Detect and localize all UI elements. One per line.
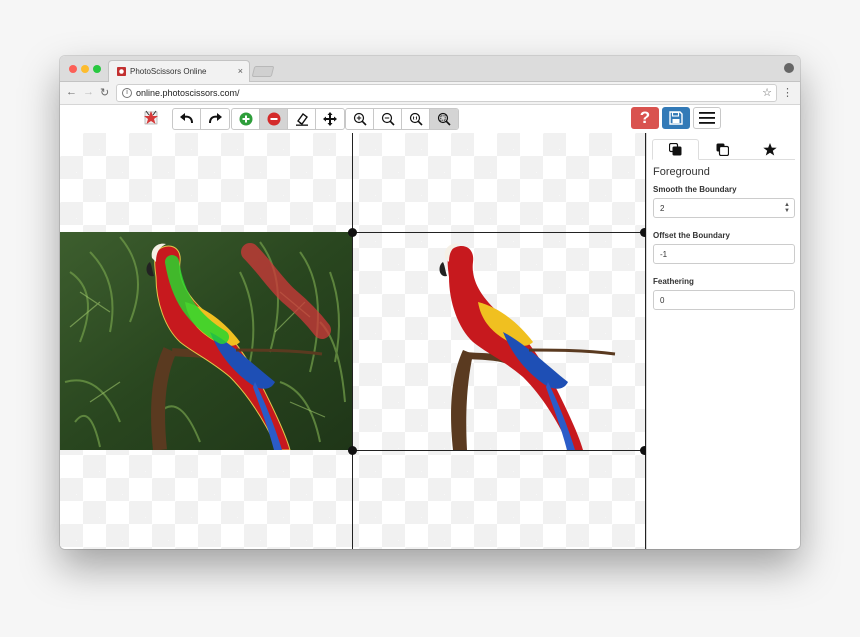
undo-icon [179, 113, 193, 124]
editing-workspace[interactable] [60, 133, 646, 549]
address-bar: ← → ↻ i online.photoscissors.com/ ☆ ⋮ [60, 82, 800, 105]
feathering-value: 0 [660, 296, 665, 305]
zoom-fit-icon [437, 112, 451, 126]
select-arrows-icon: ▲ ▼ [784, 202, 790, 214]
tab-strip: PhotoScissors Online × [60, 56, 800, 83]
zoom-out-icon [381, 112, 395, 126]
smooth-boundary-label: Smooth the Boundary [653, 185, 737, 194]
reload-icon[interactable]: ↻ [100, 86, 109, 99]
history-group [172, 108, 230, 130]
zoom-out-button[interactable] [374, 109, 402, 129]
forward-icon[interactable]: → [83, 86, 94, 98]
remove-background-icon [267, 112, 280, 126]
crop-edge-bottom [353, 450, 645, 451]
split-divider[interactable] [352, 133, 353, 549]
browser-tab[interactable]: PhotoScissors Online × [108, 60, 250, 83]
settings-panel: Foreground Smooth the Boundary 2 ▲ ▼ Offs… [646, 133, 800, 549]
url-input[interactable]: i online.photoscissors.com/ ☆ [116, 84, 777, 102]
maximize-window-button[interactable] [93, 65, 101, 73]
crop-handle-top-left[interactable] [348, 228, 357, 237]
minimize-window-button[interactable] [81, 65, 89, 73]
zoom-group [345, 108, 459, 130]
browser-window: PhotoScissors Online × ← → ↻ i online.ph… [60, 56, 800, 549]
remove-background-button[interactable] [260, 109, 288, 129]
add-foreground-button[interactable] [232, 109, 260, 129]
source-image[interactable] [60, 232, 352, 450]
crop-handle-bottom-left[interactable] [348, 446, 357, 455]
bookmark-star-icon[interactable]: ☆ [762, 86, 772, 99]
save-button[interactable] [662, 107, 690, 129]
redo-icon [209, 113, 222, 124]
photoscissors-favicon-icon [117, 67, 126, 76]
panel-section-title: Foreground [653, 166, 710, 178]
eraser-icon [295, 113, 308, 126]
result-preview[interactable] [353, 232, 645, 450]
smooth-boundary-value: 2 [660, 204, 665, 213]
foreground-tab-icon [669, 143, 682, 156]
save-icon [669, 111, 683, 125]
eraser-button[interactable] [288, 109, 316, 129]
zoom-in-button[interactable] [346, 109, 374, 129]
tab-foreground[interactable] [652, 139, 699, 160]
profile-icon[interactable] [784, 63, 794, 73]
photoscissors-logo-icon [144, 110, 158, 125]
app-toolbar: ? [60, 105, 800, 133]
tab-close-icon[interactable]: × [238, 66, 243, 76]
main-menu-button[interactable] [693, 107, 721, 129]
star-tab-icon [762, 143, 777, 156]
tab-background[interactable] [699, 139, 746, 160]
add-foreground-icon [239, 112, 252, 126]
brush-tools-group [231, 108, 345, 130]
redo-button[interactable] [201, 109, 229, 129]
back-icon[interactable]: ← [66, 86, 77, 98]
move-icon [323, 112, 337, 126]
tab-effects[interactable] [746, 139, 793, 160]
tab-title: PhotoScissors Online [130, 67, 207, 76]
feathering-input[interactable]: 0 [653, 290, 795, 310]
site-info-icon[interactable]: i [122, 88, 132, 98]
browser-menu-icon[interactable]: ⋮ [782, 86, 793, 99]
zoom-fit-button[interactable] [430, 109, 458, 129]
zoom-in-icon [353, 112, 367, 126]
zoom-actual-icon [409, 112, 423, 126]
smooth-boundary-select[interactable]: 2 ▲ ▼ [653, 198, 795, 218]
new-tab-button[interactable] [251, 66, 275, 77]
feathering-label: Feathering [653, 277, 694, 286]
hamburger-menu-icon [699, 112, 715, 124]
offset-boundary-label: Offset the Boundary [653, 231, 730, 240]
undo-button[interactable] [173, 109, 201, 129]
crop-edge-top [353, 232, 645, 233]
move-button[interactable] [316, 109, 344, 129]
offset-boundary-value: -1 [660, 250, 668, 259]
zoom-actual-size-button[interactable] [402, 109, 430, 129]
offset-boundary-input[interactable]: -1 [653, 244, 795, 264]
close-window-button[interactable] [69, 65, 77, 73]
help-button[interactable]: ? [631, 107, 659, 129]
background-tab-icon [716, 143, 729, 156]
url-text: online.photoscissors.com/ [136, 88, 240, 98]
panel-tabs [652, 139, 795, 160]
